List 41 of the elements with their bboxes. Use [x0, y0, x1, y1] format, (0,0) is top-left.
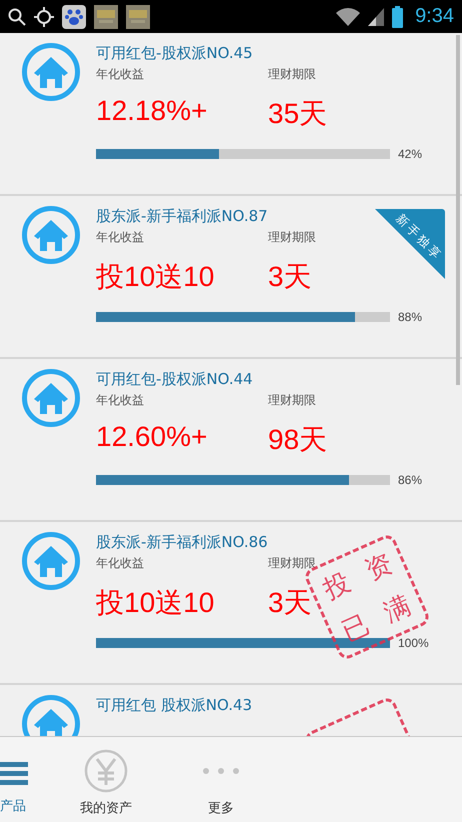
progress-percent: 42%	[398, 147, 422, 161]
house-icon	[22, 532, 80, 590]
term-value: 35天	[268, 97, 328, 131]
rate-label: 年化收益	[96, 229, 144, 246]
product-title: 股东派-新手福利派NO.87	[96, 207, 268, 226]
term-label: 理财期限	[268, 392, 316, 409]
crosshair-icon	[34, 6, 54, 26]
rate-value: 投10送10	[96, 586, 214, 620]
yen-icon	[84, 749, 128, 793]
house-icon	[22, 206, 80, 264]
product-title: 股东派-新手福利派NO.86	[96, 533, 268, 552]
wifi-icon	[336, 8, 360, 26]
signal-icon	[368, 8, 384, 26]
nav-tab[interactable]: 我的资产	[28, 737, 184, 822]
rate-label: 年化收益	[96, 66, 144, 83]
term-value: 3天	[268, 260, 312, 294]
term-value: 98天	[268, 423, 328, 457]
rate-label: 年化收益	[96, 555, 144, 572]
progress-percent: 86%	[398, 473, 422, 487]
product-title: 可用红包-股权派NO.45	[96, 44, 253, 63]
house-icon	[22, 369, 80, 427]
search-icon	[8, 8, 26, 26]
rate-label: 年化收益	[96, 392, 144, 409]
paw-app-icon	[62, 4, 86, 28]
term-label: 理财期限	[268, 66, 316, 83]
clock-time: 9:34	[415, 5, 454, 28]
menu-icon	[0, 759, 28, 787]
product-title: 可用红包 股权派NO.43	[96, 696, 252, 715]
house-icon	[22, 43, 80, 101]
rate-value: 12.18%+	[96, 95, 208, 127]
house-icon	[22, 695, 80, 736]
progress-percent: 100%	[398, 636, 429, 650]
product-title: 可用红包-股权派NO.44	[96, 370, 253, 389]
term-label: 理财期限	[268, 229, 316, 246]
progress-percent: 88%	[398, 310, 422, 324]
battery-icon	[392, 6, 404, 28]
newcomer-ribbon: 新手独享	[375, 209, 445, 279]
nav-tab[interactable]: 更多	[184, 737, 258, 822]
rate-value: 投10送10	[96, 260, 214, 294]
rate-value: 12.60%+	[96, 421, 208, 453]
nav-tab[interactable]: 产品	[0, 737, 28, 822]
